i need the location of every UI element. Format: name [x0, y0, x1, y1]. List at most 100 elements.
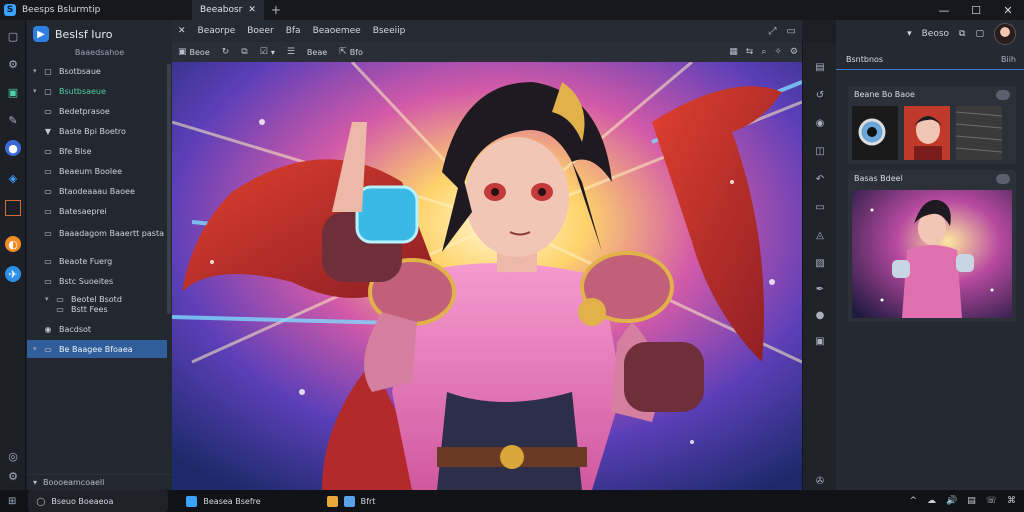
- navigate-icon[interactable]: ⇆: [746, 47, 754, 57]
- chevron-down-icon[interactable]: ▾: [33, 87, 43, 95]
- type-tool-icon[interactable]: ▧: [813, 256, 827, 270]
- menu-item[interactable]: Bfa: [280, 26, 307, 36]
- settings-gear-icon[interactable]: ⚙: [5, 56, 21, 72]
- battery-icon[interactable]: ▤: [967, 496, 976, 506]
- explorer-footer-label: Boooeamcoaell: [43, 478, 105, 487]
- check-dropdown[interactable]: ☑ ▾: [254, 47, 281, 57]
- tree-item[interactable]: ▭ Bstt Fees: [27, 300, 167, 318]
- taskbar-search[interactable]: ◯ Bseuo Boeaeoa: [28, 490, 169, 512]
- chat-icon[interactable]: ✈: [5, 266, 21, 282]
- cloud-icon[interactable]: ☁: [927, 496, 936, 506]
- tree-item[interactable]: ▾ ▢ Bsutbsaeue: [27, 82, 167, 100]
- tray-expand-icon[interactable]: ^: [909, 496, 917, 506]
- tree-item[interactable]: ▭ Btaodeaaau Baoee: [27, 182, 167, 200]
- tree-item[interactable]: ▭ Baaadagom Baaertt pasta: [27, 224, 167, 242]
- browser-icon[interactable]: ●: [5, 140, 21, 156]
- tree-item[interactable]: ▾ ▢ Bsotbsaue: [27, 62, 167, 80]
- cube-icon[interactable]: ◈: [5, 170, 21, 186]
- menu-icon[interactable]: ▾: [907, 29, 912, 39]
- tree-item[interactable]: ▭ Bfe Blse: [27, 142, 167, 160]
- reference-thumbnail[interactable]: [956, 106, 1002, 160]
- frame-tool-icon[interactable]: ▣: [813, 334, 827, 348]
- share-button[interactable]: ⇱ Bfo: [333, 47, 369, 57]
- tab-properties[interactable]: Bsntbnos: [836, 55, 893, 64]
- list-button[interactable]: ☰: [281, 47, 301, 57]
- window-icon[interactable]: ▢: [975, 29, 984, 39]
- explorer-footer[interactable]: ▾ Boooeamcoaell: [27, 474, 172, 490]
- reference-thumbnail[interactable]: [852, 106, 898, 160]
- brush-settings-icon[interactable]: ✇: [813, 474, 827, 488]
- notification-icon[interactable]: ⌘: [1007, 496, 1016, 506]
- preview-toggle[interactable]: [996, 174, 1010, 184]
- copy-icon[interactable]: ⧉: [959, 29, 965, 39]
- panel-icon[interactable]: ▤: [813, 60, 827, 74]
- pen-tool-icon[interactable]: ✒: [813, 282, 827, 296]
- search-icon[interactable]: ⌕: [761, 47, 766, 57]
- brush-icon[interactable]: ✎: [5, 112, 21, 128]
- chevron-down-icon[interactable]: ▾: [33, 67, 43, 75]
- close-window-button[interactable]: ✕: [992, 0, 1024, 20]
- grid-icon[interactable]: ▦: [729, 47, 738, 57]
- tree-item[interactable]: ◉ Bacdsot: [27, 320, 167, 338]
- explorer-scrollbar[interactable]: [167, 64, 171, 314]
- maximize-button[interactable]: ☐: [960, 0, 992, 20]
- tab-right-label[interactable]: Biih: [1001, 55, 1016, 64]
- tree-item[interactable]: ▭ Bstc Suoeites: [27, 272, 167, 290]
- tree-item[interactable]: ▭ Bedetprasoe: [27, 102, 167, 120]
- files-icon[interactable]: ▢: [5, 28, 21, 44]
- text-button[interactable]: Beae: [301, 48, 333, 57]
- start-button[interactable]: ⊞: [0, 490, 24, 512]
- network-icon[interactable]: ☏: [986, 496, 997, 506]
- text-button-label: Beae: [306, 47, 328, 57]
- clone-button[interactable]: ⧉: [235, 47, 253, 57]
- circle-tool-icon[interactable]: ◉: [813, 116, 827, 130]
- frame-icon[interactable]: [5, 200, 21, 216]
- menu-item[interactable]: Bseeiip: [367, 26, 412, 36]
- list-icon: ☰: [286, 47, 295, 57]
- adjust-icon[interactable]: ⚙: [790, 47, 798, 57]
- rotate-button[interactable]: ↻: [216, 47, 236, 57]
- taskbar-app[interactable]: Beasea Bsefre: [178, 490, 268, 512]
- reference-thumbnail[interactable]: [904, 106, 950, 160]
- menu-item[interactable]: Beaoemee: [307, 26, 367, 36]
- menu-item[interactable]: Boeer: [241, 26, 279, 36]
- image-tool-icon[interactable]: ▭: [813, 200, 827, 214]
- tree-item[interactable]: ▼ Baste Bpi Boetro: [27, 122, 167, 140]
- close-tab-icon[interactable]: ✕: [248, 5, 256, 15]
- menu-item[interactable]: Beaorpe: [192, 26, 242, 36]
- user-label[interactable]: Beoso: [922, 29, 949, 39]
- layers-tool-icon[interactable]: ◫: [813, 144, 827, 158]
- reference-section: Beane Bo Baoe: [848, 86, 1016, 164]
- tree-item[interactable]: ▭ Beaeum Boolee: [27, 162, 167, 180]
- accounts-icon[interactable]: ◎: [5, 448, 21, 464]
- avatar[interactable]: [994, 23, 1016, 45]
- history-icon[interactable]: ↺: [813, 88, 827, 102]
- close-icon[interactable]: ✕: [172, 26, 192, 36]
- volume-icon[interactable]: 🔊: [946, 496, 957, 506]
- document-tab[interactable]: Beeabosr ✕: [192, 0, 265, 20]
- new-tab-button[interactable]: +: [265, 3, 287, 17]
- preview-image[interactable]: [852, 190, 1012, 318]
- undo-icon[interactable]: ↶: [813, 172, 827, 186]
- chrome-icon[interactable]: ◐: [5, 236, 21, 252]
- minimize-button[interactable]: —: [928, 0, 960, 20]
- window-controls: — ☐ ✕: [928, 0, 1024, 20]
- fill-tool-icon[interactable]: ●: [813, 308, 827, 322]
- tree-item[interactable]: ▾ ▭ Be Baagee Bfoaea: [27, 340, 167, 358]
- title-bar: S Beesps Bslurmtip Beeabosr ✕ + — ☐ ✕: [0, 0, 1024, 20]
- tree-item[interactable]: ▭ Batesaeprei: [27, 202, 167, 220]
- reference-toggle[interactable]: [996, 90, 1010, 100]
- taskbar-app[interactable]: Bfrt: [319, 490, 384, 512]
- taskbar: ⊞ ◯ Bseuo Boeaeoa Beasea Bsefre Bfrt ^ ☁…: [0, 490, 1024, 512]
- chevron-down-icon[interactable]: ▾: [33, 345, 43, 353]
- mask-tool-icon[interactable]: ◬: [813, 228, 827, 242]
- search-placeholder: Bseuo Boeaeoa: [51, 496, 114, 506]
- save-button[interactable]: ▣ Beoe: [172, 47, 216, 57]
- chat-bubble-icon[interactable]: ▭: [787, 26, 796, 37]
- tree-item[interactable]: ▭ Beaote Fuerg: [27, 252, 167, 270]
- magic-icon[interactable]: ✧: [774, 47, 782, 57]
- manage-icon[interactable]: ⚙: [5, 468, 21, 484]
- expand-icon[interactable]: ⤢: [769, 26, 777, 37]
- layers-icon[interactable]: ▣: [5, 84, 21, 100]
- image-canvas[interactable]: [172, 62, 802, 490]
